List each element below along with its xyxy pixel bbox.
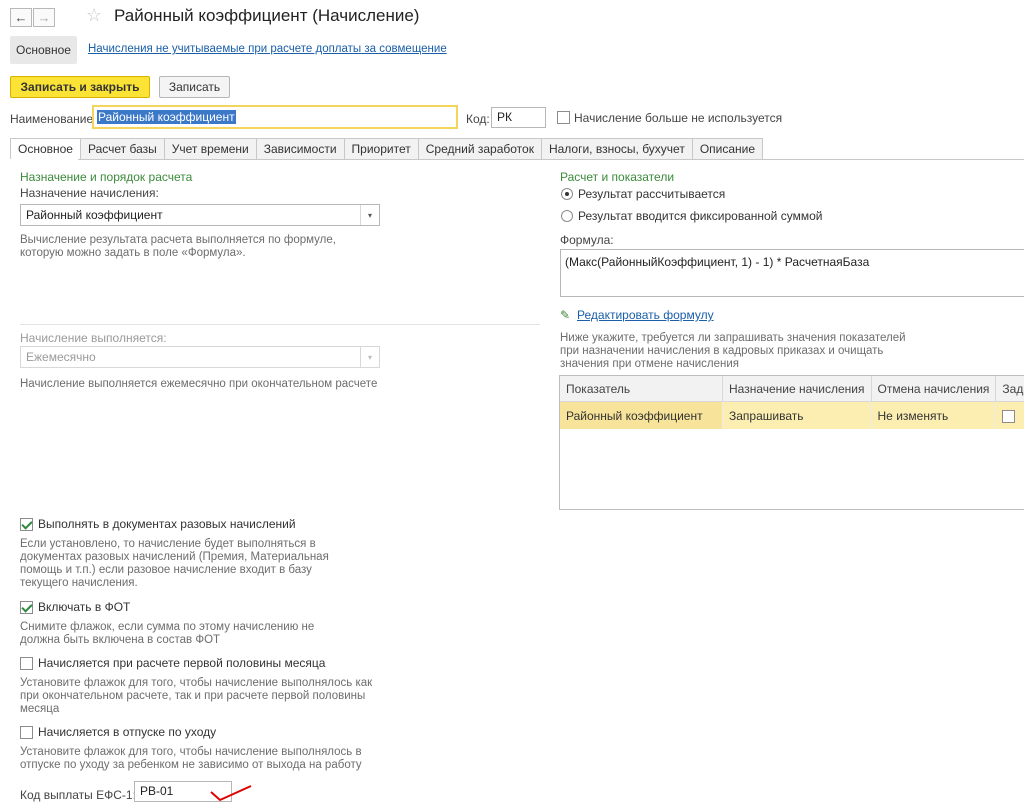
- arrow-left-icon: ←: [14, 10, 28, 25]
- table-header-row: Показатель Назначение начисления Отмена …: [560, 376, 1024, 402]
- radio-calculated-label: Результат рассчитывается: [578, 187, 726, 201]
- row-flag-checkbox[interactable]: [1002, 409, 1016, 423]
- favorite-star-icon[interactable]: ☆: [86, 5, 102, 26]
- radio-fixed-label: Результат вводится фиксированной суммой: [578, 209, 823, 223]
- code-input[interactable]: РК: [491, 107, 546, 128]
- save-and-close-button[interactable]: Записать и закрыть: [10, 76, 150, 98]
- radio-fixed[interactable]: [561, 210, 573, 222]
- efs-label: Код выплаты ЕФС-1:: [20, 788, 136, 802]
- schedule-hint: Начисление выполняется ежемесячно при ок…: [20, 378, 378, 390]
- tab-strip: Основное Расчет базы Учет времени Зависи…: [10, 138, 764, 160]
- form-link-excluded-accruals[interactable]: Начисления не учитываемые при расчете до…: [88, 43, 447, 55]
- leave-checkbox[interactable]: [20, 726, 33, 739]
- schedule-select: Ежемесячно ▾: [20, 346, 380, 368]
- half-month-label: Начисляется при расчете первой половины …: [38, 656, 326, 670]
- formula-label: Формула:: [560, 233, 614, 247]
- save-button[interactable]: Записать: [159, 76, 230, 98]
- tab-description[interactable]: Описание: [692, 138, 764, 160]
- dropdown-arrow-icon: ▾: [360, 347, 379, 367]
- cell-assign: Запрашивать: [722, 401, 872, 429]
- leave-hint: Установите флажок для того, чтобы начисл…: [20, 746, 362, 771]
- pencil-icon: ✎: [560, 308, 571, 322]
- half-month-checkbox[interactable]: [20, 657, 33, 670]
- not-used-checkbox[interactable]: [557, 111, 570, 124]
- purpose-select[interactable]: Районный коэффициент ▾: [20, 204, 380, 226]
- tab-time-tracking[interactable]: Учет времени: [164, 138, 257, 160]
- section-title-purpose: Назначение и порядок расчета: [20, 170, 193, 184]
- section-title-calc: Расчет и показатели: [560, 170, 675, 184]
- name-label: Наименование:: [10, 112, 97, 126]
- purpose-label: Назначение начисления:: [20, 186, 159, 200]
- fot-label: Включать в ФОТ: [38, 600, 131, 614]
- tab-priority[interactable]: Приоритет: [344, 138, 419, 160]
- formula-field[interactable]: (Макс(РайонныйКоэффициент, 1) - 1) * Рас…: [560, 249, 1024, 297]
- tab-taxes[interactable]: Налоги, взносы, бухучет: [541, 138, 693, 160]
- fot-checkbox[interactable]: [20, 601, 33, 614]
- leave-label: Начисляется в отпуске по уходу: [38, 725, 217, 739]
- table-row[interactable]: Районный коэффициент Запрашивать Не изме…: [560, 401, 1024, 429]
- purpose-hint-2: которую можно задать в поле «Формула».: [20, 247, 246, 259]
- tab-base-calc[interactable]: Расчет базы: [80, 138, 165, 160]
- one-time-label: Выполнять в документах разовых начислени…: [38, 517, 296, 531]
- tab-dependencies[interactable]: Зависимости: [256, 138, 345, 160]
- schedule-label: Начисление выполняется:: [20, 331, 167, 345]
- forward-button[interactable]: →: [33, 8, 55, 27]
- divider: [20, 324, 540, 325]
- half-month-hint: Установите флажок для того, чтобы начисл…: [20, 677, 373, 715]
- indicators-hint: Ниже укажите, требуется ли запрашивать з…: [560, 332, 906, 370]
- red-checkmark-annotation: [210, 785, 252, 802]
- active-tab-gap: [10, 159, 78, 161]
- not-used-label: Начисление больше не используется: [574, 111, 783, 125]
- schedule-value: Ежемесячно: [26, 350, 96, 364]
- cell-indicator: Районный коэффициент: [560, 401, 723, 429]
- cell-flag: [995, 401, 1024, 429]
- purpose-value: Районный коэффициент: [26, 208, 163, 222]
- page-title: Районный коэффициент (Начисление): [114, 6, 420, 25]
- tab-average-earnings[interactable]: Средний заработок: [418, 138, 542, 160]
- one-time-hint: Если установлено, то начисление будет вы…: [20, 538, 329, 589]
- fot-hint: Снимите флажок, если сумма по этому начи…: [20, 621, 315, 646]
- purpose-hint-1: Вычисление результата расчета выполняетс…: [20, 234, 336, 246]
- code-label: Код:: [466, 112, 490, 126]
- one-time-checkbox[interactable]: [20, 518, 33, 531]
- column-header-assign[interactable]: Назначение начисления: [722, 376, 872, 402]
- indicators-table: Показатель Назначение начисления Отмена …: [559, 375, 1024, 510]
- form-tab-main[interactable]: Основное: [10, 36, 77, 64]
- tab-main[interactable]: Основное: [10, 138, 81, 160]
- dropdown-arrow-icon[interactable]: ▾: [360, 205, 379, 225]
- edit-formula-link[interactable]: Редактировать формулу: [577, 308, 714, 322]
- tab-divider: [10, 159, 1024, 160]
- column-header-cancel[interactable]: Отмена начисления: [871, 376, 997, 402]
- radio-calculated[interactable]: [561, 188, 573, 200]
- column-header-set[interactable]: Задае: [995, 376, 1024, 402]
- name-value: Районный коэффициент: [97, 110, 236, 124]
- back-button[interactable]: ←: [10, 8, 32, 27]
- cell-cancel: Не изменять: [871, 401, 997, 429]
- arrow-right-icon: →: [37, 10, 51, 25]
- name-input[interactable]: Районный коэффициент: [92, 105, 458, 129]
- column-header-indicator[interactable]: Показатель: [560, 376, 723, 402]
